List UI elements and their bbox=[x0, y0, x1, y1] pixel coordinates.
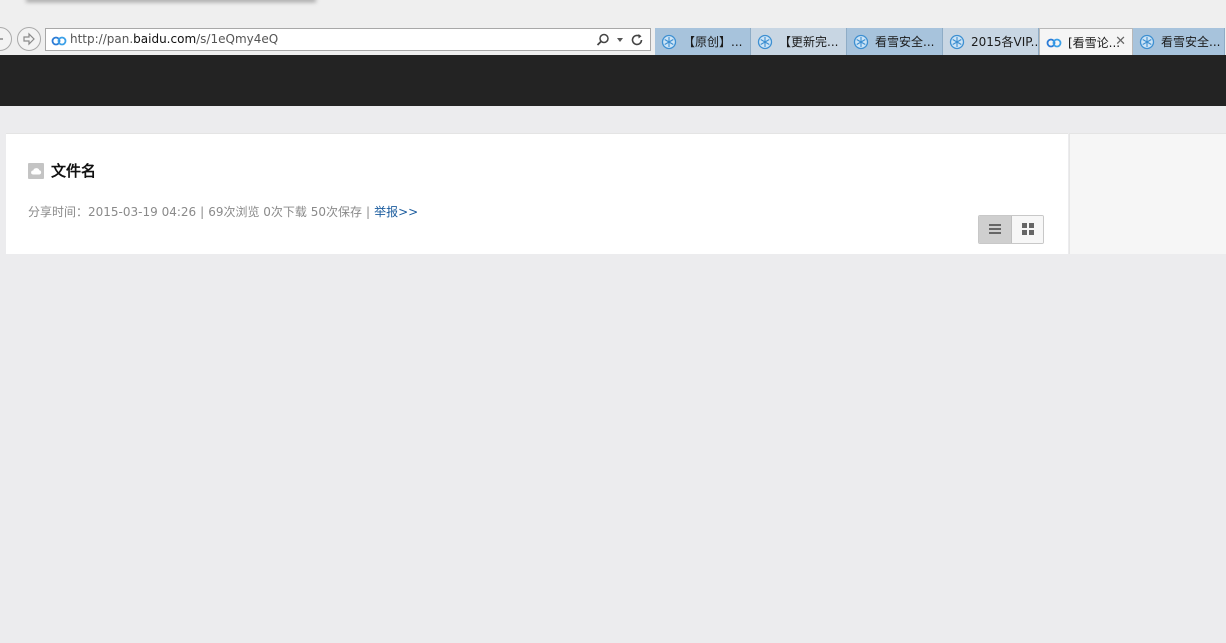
url-path: /s/1eQmy4eQ bbox=[196, 32, 279, 46]
tab-6[interactable]: 看雪安全... bbox=[1133, 28, 1225, 55]
list-view-button[interactable] bbox=[979, 216, 1012, 243]
url-prefix: http://pan. bbox=[70, 32, 134, 46]
tab-strip: 【原创】... 【更新完... 看雪安全... 2015各VIP... [看雪论… bbox=[655, 28, 1225, 55]
grid-view-button[interactable] bbox=[1011, 216, 1043, 243]
file-title: 文件名 bbox=[51, 162, 97, 180]
meta-separator: | bbox=[366, 205, 371, 219]
side-panel bbox=[1069, 133, 1226, 254]
forward-button[interactable] bbox=[17, 27, 41, 51]
search-icon[interactable] bbox=[596, 33, 610, 47]
tab-5-label: [看雪论... bbox=[1068, 35, 1121, 50]
file-info-card: 文件名 分享时间：2015-03-19 04:26 | 69次浏览 0次下载 50次… bbox=[6, 133, 1068, 254]
file-stats: 69次浏览 0次下载 50次保存 bbox=[208, 205, 363, 219]
kanxue-icon bbox=[853, 34, 869, 49]
dropdown-caret-icon[interactable] bbox=[616, 36, 624, 44]
list-view-icon bbox=[989, 224, 1001, 234]
address-url[interactable]: http://pan.baidu.com/s/1eQmy4eQ bbox=[70, 32, 278, 46]
back-arrow-icon bbox=[0, 38, 3, 40]
tab-6-label: 看雪安全... bbox=[1161, 35, 1221, 49]
tab-3[interactable]: 看雪安全... bbox=[847, 28, 943, 55]
share-time: 2015-03-19 04:26 bbox=[88, 205, 197, 219]
forward-arrow-icon bbox=[23, 32, 35, 46]
close-tab-icon[interactable]: ✕ bbox=[1115, 34, 1126, 49]
address-bar[interactable]: http://pan.baidu.com/s/1eQmy4eQ bbox=[45, 28, 651, 51]
report-link[interactable]: 举报>> bbox=[374, 205, 418, 219]
refresh-icon[interactable] bbox=[630, 33, 644, 47]
tab-2-label: 【更新完... bbox=[779, 35, 839, 49]
baidu-pan-icon bbox=[1046, 38, 1062, 48]
kanxue-icon bbox=[757, 34, 773, 49]
meta-separator: | bbox=[200, 205, 205, 219]
site-header-bar bbox=[0, 55, 1226, 106]
kanxue-icon bbox=[1139, 34, 1155, 49]
browser-chrome: http://pan.baidu.com/s/1eQmy4eQ 【原创】... … bbox=[0, 0, 1226, 55]
tab-5-active[interactable]: [看雪论... ✕ bbox=[1039, 28, 1133, 55]
tab-1-label: 【原创】... bbox=[683, 35, 743, 49]
grid-view-icon bbox=[1021, 223, 1034, 235]
tab-2[interactable]: 【更新完... bbox=[751, 28, 847, 55]
kanxue-icon bbox=[661, 34, 677, 49]
tab-1[interactable]: 【原创】... bbox=[655, 28, 751, 55]
back-button[interactable] bbox=[0, 27, 12, 51]
share-time-label: 分享时间： bbox=[28, 205, 89, 219]
baidu-pan-favicon-icon bbox=[51, 36, 67, 46]
tab-4[interactable]: 2015各VIP... bbox=[943, 28, 1039, 55]
address-tools bbox=[596, 32, 644, 48]
file-meta: 分享时间：2015-03-19 04:26 | 69次浏览 0次下载 50次保存 | 举… bbox=[28, 203, 418, 220]
view-mode-toggle bbox=[978, 215, 1044, 244]
cloud-file-icon bbox=[28, 163, 44, 179]
tab-4-label: 2015各VIP... bbox=[971, 35, 1039, 49]
tab-3-label: 看雪安全... bbox=[875, 35, 935, 49]
kanxue-icon bbox=[949, 34, 965, 49]
url-domain: baidu.com bbox=[133, 32, 197, 46]
